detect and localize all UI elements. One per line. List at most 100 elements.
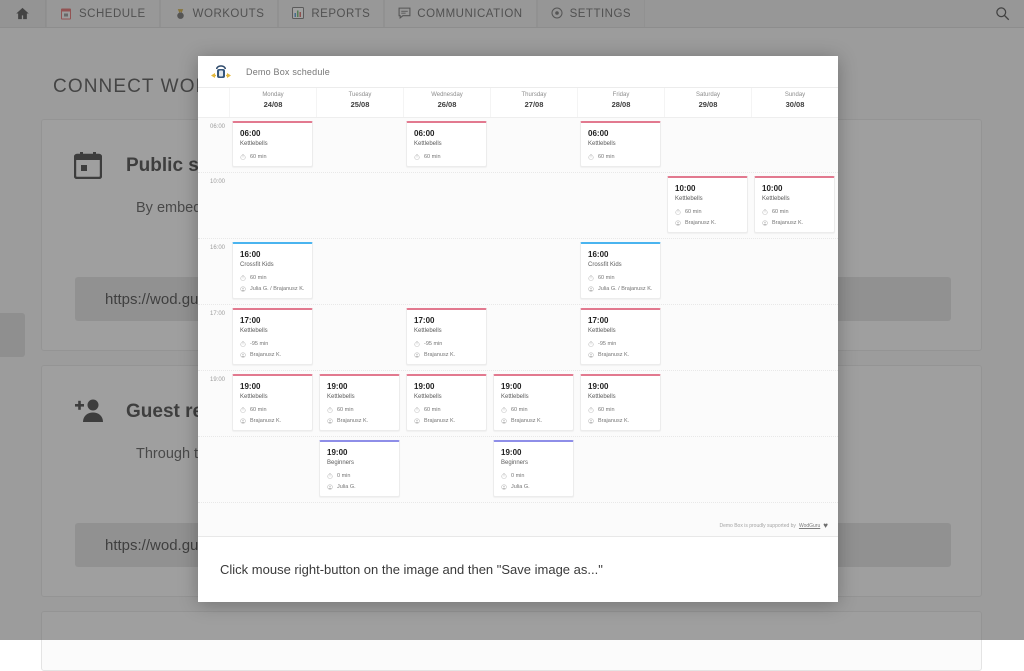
schedule-cell: 16:00Crossfit Kids60 minJulia G. / Braja… — [229, 239, 316, 304]
event-time: 19:00 — [588, 381, 654, 392]
schedule-event-card[interactable]: 06:00Kettlebells60 min — [580, 121, 661, 167]
schedule-cell — [751, 239, 838, 304]
day-column-header: Thursday 27/08 — [490, 88, 577, 117]
event-duration-row: 60 min — [588, 154, 654, 160]
person-icon — [588, 418, 594, 424]
event-time: 19:00 — [240, 381, 306, 392]
schedule-event-card[interactable]: 19:00Kettlebells 60 min Brajanusz K. — [232, 374, 313, 431]
event-time: 17:00 — [240, 315, 306, 326]
schedule-event-card[interactable]: 17:00Kettlebells-95 minBrajanusz K. — [580, 308, 661, 365]
schedule-cell — [229, 173, 316, 238]
heart-icon: ♥ — [823, 521, 828, 530]
event-duration: 0 min — [337, 473, 350, 479]
event-duration: -95 min — [598, 341, 616, 347]
schedule-row: 19:0019:00Kettlebells60 minBrajanusz K.1… — [198, 371, 838, 437]
schedule-event-card[interactable]: 17:00Kettlebells-95 minBrajanusz K. — [406, 308, 487, 365]
time-gutter-cell: 19:00 — [198, 371, 229, 436]
event-coach-row: Brajanusz K. — [588, 418, 654, 424]
event-time: 16:00 — [588, 249, 654, 260]
event-coach: Brajanusz K. — [511, 418, 542, 424]
schedule-event-card[interactable]: 19:00Kettlebells60 minBrajanusz K. — [493, 374, 574, 431]
event-coach-row: Brajanusz K. — [414, 352, 480, 358]
event-name: Kettlebells — [240, 392, 306, 402]
event-duration: 60 min — [250, 407, 267, 413]
event-duration-row: 60 min — [414, 154, 480, 160]
event-name: Kettlebells — [327, 392, 393, 402]
event-coach-row: Julia G. / Brajanusz K. — [240, 286, 306, 292]
schedule-cell: 19:00Kettlebells60 minBrajanusz K. — [403, 371, 490, 436]
schedule-cell: 19:00Kettlebells 60 min Brajanusz K. — [229, 371, 316, 436]
schedule-event-card[interactable]: 10:00Kettlebells60 minBrajanusz K. — [754, 176, 835, 233]
schedule-event-card[interactable]: 19:00Beginners0 minJulia G. — [319, 440, 400, 497]
clock-icon — [588, 341, 594, 347]
person-icon — [240, 418, 246, 424]
schedule-cell — [751, 305, 838, 370]
schedule-cell — [751, 437, 838, 502]
schedule-cell: 19:00Kettlebells60 minBrajanusz K. — [577, 371, 664, 436]
schedule-image-modal: Demo Box schedule Monday 24/08 Tuesday 2… — [198, 56, 838, 602]
schedule-row-cells: 19:00Beginners0 minJulia G.19:00Beginner… — [229, 437, 838, 502]
event-time: 17:00 — [414, 315, 480, 326]
event-name: Kettlebells — [588, 139, 654, 149]
day-name: Wednesday — [404, 91, 490, 100]
event-coach: Brajanusz K. — [772, 220, 803, 226]
schedule-cell — [751, 118, 838, 172]
event-coach: Brajanusz K. — [250, 418, 281, 424]
clock-icon — [588, 407, 594, 413]
clock-icon — [327, 407, 333, 413]
schedule-cell — [316, 118, 403, 172]
schedule-row-cells: 06:00Kettlebells60 min06:00Kettlebells60… — [229, 118, 838, 172]
schedule-event-card[interactable]: 17:00Kettlebells-95 minBrajanusz K. — [232, 308, 313, 365]
schedule-event-card[interactable]: 19:00Beginners0 minJulia G. — [493, 440, 574, 497]
schedule-cell: 17:00Kettlebells-95 minBrajanusz K. — [403, 305, 490, 370]
event-duration-row: 60 min — [327, 407, 393, 413]
time-label: 16:00 — [210, 245, 225, 251]
schedule-cell: 17:00Kettlebells-95 minBrajanusz K. — [577, 305, 664, 370]
day-date: 30/08 — [752, 100, 838, 110]
event-duration: 60 min — [598, 275, 615, 281]
event-coach-row: Brajanusz K. — [240, 418, 306, 424]
event-name: Kettlebells — [414, 326, 480, 336]
schedule-cell — [664, 118, 751, 172]
credit-brand-link[interactable]: WodGuru — [799, 523, 820, 529]
event-time: 06:00 — [414, 128, 480, 139]
schedule-cell — [577, 173, 664, 238]
day-column-header: Monday 24/08 — [229, 88, 316, 117]
schedule-event-card[interactable]: 19:00Kettlebells60 minBrajanusz K. — [319, 374, 400, 431]
schedule-event-card[interactable]: 19:00Kettlebells60 minBrajanusz K. — [406, 374, 487, 431]
clock-icon — [414, 407, 420, 413]
person-icon — [762, 220, 768, 226]
schedule-event-card[interactable]: 06:00Kettlebells60 min — [232, 121, 313, 167]
schedule-event-card[interactable]: 16:00Crossfit Kids60 minJulia G. / Braja… — [580, 242, 661, 299]
event-coach-row: Brajanusz K. — [501, 418, 567, 424]
schedule-event-card[interactable]: 06:00Kettlebells 60 min — [406, 121, 487, 167]
person-icon — [675, 220, 681, 226]
event-duration: 60 min — [685, 209, 702, 215]
day-date: 24/08 — [230, 100, 316, 110]
event-duration: 60 min — [772, 209, 789, 215]
day-name: Sunday — [752, 91, 838, 100]
day-name: Saturday — [665, 91, 751, 100]
event-name: Kettlebells — [588, 326, 654, 336]
event-name: Kettlebells — [414, 139, 480, 149]
clock-icon — [762, 209, 768, 215]
event-name: Beginners — [501, 458, 567, 468]
schedule-cell — [490, 173, 577, 238]
time-label: 06:00 — [210, 124, 225, 130]
event-name: Beginners — [327, 458, 393, 468]
clock-icon — [240, 154, 246, 160]
event-duration-row: 0 min — [327, 473, 393, 479]
person-icon — [240, 286, 246, 292]
event-coach-row: Brajanusz K. — [414, 418, 480, 424]
day-name: Friday — [578, 91, 664, 100]
schedule-event-card[interactable]: 10:00Kettlebells60 minBrajanusz K. — [667, 176, 748, 233]
schedule-event-card[interactable]: 16:00Crossfit Kids60 minJulia G. / Braja… — [232, 242, 313, 299]
event-duration: 60 min — [598, 154, 615, 160]
event-coach-row: Brajanusz K. — [588, 352, 654, 358]
schedule-cell — [664, 437, 751, 502]
schedule-cell — [751, 371, 838, 436]
modal-header: Demo Box schedule — [198, 56, 838, 88]
schedule-event-card[interactable]: 19:00Kettlebells60 minBrajanusz K. — [580, 374, 661, 431]
event-coach: Brajanusz K. — [424, 418, 455, 424]
event-duration-row: 60 min — [675, 209, 741, 215]
